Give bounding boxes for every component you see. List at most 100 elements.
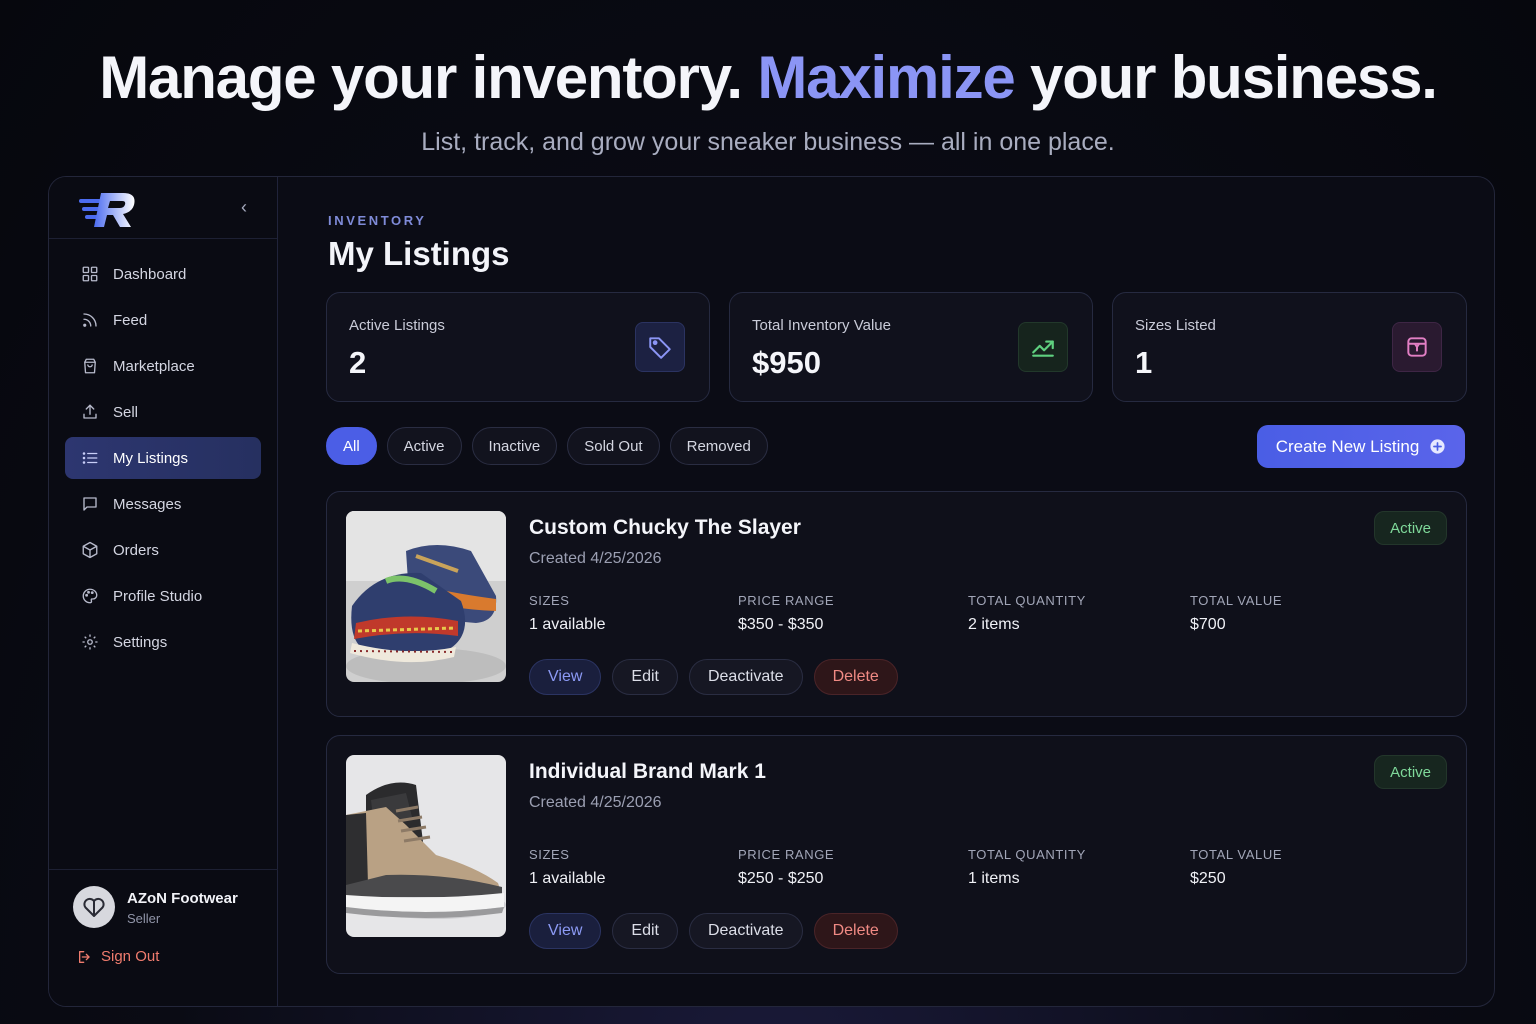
metric-total-value: TOTAL VALUE $250 xyxy=(1190,847,1282,888)
metric-label: TOTAL QUANTITY xyxy=(968,847,1086,862)
filter-all[interactable]: All xyxy=(326,427,377,465)
listing-image[interactable] xyxy=(346,755,506,937)
metric-value: $250 - $250 xyxy=(738,870,824,887)
delete-button[interactable]: Delete xyxy=(813,913,898,949)
listing-image[interactable] xyxy=(346,511,506,682)
view-button[interactable]: View xyxy=(529,913,602,949)
message-icon xyxy=(83,497,97,511)
metric-value: 2 items xyxy=(968,616,1020,633)
metric-value: $250 xyxy=(1190,870,1226,887)
sidebar-item-label: Orders xyxy=(113,541,159,559)
sign-out-label: Sign Out xyxy=(101,948,160,965)
stat-card-total-inventory-value: Total Inventory Value $950 xyxy=(729,292,1093,402)
metric-total-value: TOTAL VALUE $700 xyxy=(1190,593,1282,634)
stat-label: Total Inventory Value xyxy=(752,317,891,334)
user-role: Seller xyxy=(127,911,161,926)
brand-logo[interactable] xyxy=(79,189,139,229)
listing-created-date: Created 4/25/2026 xyxy=(529,794,662,811)
main-content: INVENTORY My Listings Active Listings 2 … xyxy=(278,177,1494,1006)
filter-removed[interactable]: Removed xyxy=(669,427,768,465)
metric-sizes: SIZES 1 available xyxy=(529,847,606,888)
create-new-listing-button[interactable]: Create New Listing xyxy=(1257,425,1465,468)
sidebar-item-label: Profile Studio xyxy=(113,587,203,605)
metric-label: PRICE RANGE xyxy=(738,593,835,608)
user-name: AZoN Footwear xyxy=(127,890,238,907)
trending-up-icon xyxy=(1032,340,1054,357)
sign-out-button[interactable]: Sign Out xyxy=(77,948,159,965)
sidebar: ‹ Dashboard Feed Marketplace Sell My Lis… xyxy=(49,177,278,1006)
sidebar-footer: AZoN Footwear Seller Sign Out xyxy=(49,869,278,1006)
bag-icon xyxy=(84,358,96,374)
listing-card: Custom Chucky The Slayer Created 4/25/20… xyxy=(326,491,1467,717)
deactivate-button[interactable]: Deactivate xyxy=(688,913,803,949)
sneaker-image xyxy=(346,511,506,682)
delete-button[interactable]: Delete xyxy=(813,659,898,695)
stat-card-active-listings: Active Listings 2 xyxy=(326,292,710,402)
list-icon xyxy=(82,452,98,464)
metric-label: TOTAL VALUE xyxy=(1190,847,1283,862)
listing-title[interactable]: Custom Chucky The Slayer xyxy=(529,516,801,540)
collapse-sidebar-icon[interactable]: ‹ xyxy=(235,197,253,217)
sidebar-item-my-listings[interactable]: My Listings xyxy=(65,437,261,479)
app-window: ‹ Dashboard Feed Marketplace Sell My Lis… xyxy=(48,176,1495,1007)
page-eyebrow: INVENTORY xyxy=(328,213,427,228)
sidebar-item-settings[interactable]: Settings xyxy=(65,621,261,663)
sidebar-nav: Dashboard Feed Marketplace Sell My Listi… xyxy=(65,253,261,667)
palette-icon xyxy=(82,588,98,604)
sidebar-item-profile-studio[interactable]: Profile Studio xyxy=(65,575,261,617)
listing-card: Individual Brand Mark 1 Created 4/25/202… xyxy=(326,735,1467,974)
edit-button[interactable]: Edit xyxy=(612,913,678,949)
stat-value: 1 xyxy=(1135,345,1153,380)
hero-title-part1: Manage your inventory. xyxy=(99,44,743,111)
grid-icon xyxy=(82,266,98,282)
box-icon xyxy=(82,541,98,559)
metric-price-range: PRICE RANGE $350 - $350 xyxy=(738,593,834,634)
logout-icon xyxy=(79,950,90,963)
page-title: My Listings xyxy=(328,235,510,272)
sidebar-item-sell[interactable]: Sell xyxy=(65,391,261,433)
listing-actions: View Edit Deactivate Delete xyxy=(529,913,909,949)
stat-icon-box xyxy=(1392,322,1442,372)
metric-value: 1 items xyxy=(968,870,1020,887)
filter-sold-out[interactable]: Sold Out xyxy=(567,427,660,465)
view-button[interactable]: View xyxy=(529,659,602,695)
sneaker-image xyxy=(346,755,506,937)
listing-actions: View Edit Deactivate Delete xyxy=(529,659,909,695)
listing-created-date: Created 4/25/2026 xyxy=(529,550,662,567)
metric-label: SIZES xyxy=(529,593,570,608)
heart-logo-icon xyxy=(83,897,105,917)
sidebar-item-label: Sell xyxy=(113,403,139,421)
metric-price-range: PRICE RANGE $250 - $250 xyxy=(738,847,834,888)
metric-label: TOTAL QUANTITY xyxy=(968,593,1086,608)
sidebar-item-orders[interactable]: Orders xyxy=(65,529,261,571)
sidebar-item-dashboard[interactable]: Dashboard xyxy=(65,253,261,295)
hero-title: Manage your inventory. Maximize your bus… xyxy=(0,40,1536,116)
package-icon xyxy=(1407,337,1427,357)
metric-total-quantity: TOTAL QUANTITY 2 items xyxy=(968,593,1086,634)
sidebar-item-marketplace[interactable]: Marketplace xyxy=(65,345,261,387)
metric-sizes: SIZES 1 available xyxy=(529,593,606,634)
filter-chips: All Active Inactive Sold Out Removed xyxy=(326,427,778,465)
deactivate-button[interactable]: Deactivate xyxy=(688,659,803,695)
sidebar-item-label: My Listings xyxy=(113,449,189,467)
metric-value: 1 available xyxy=(529,616,606,633)
metric-value: $700 xyxy=(1190,616,1226,633)
upload-icon xyxy=(83,404,97,419)
stat-label: Active Listings xyxy=(349,317,445,334)
edit-button[interactable]: Edit xyxy=(612,659,678,695)
filter-inactive[interactable]: Inactive xyxy=(471,427,558,465)
metric-label: PRICE RANGE xyxy=(738,847,835,862)
sidebar-item-messages[interactable]: Messages xyxy=(65,483,261,525)
sidebar-item-feed[interactable]: Feed xyxy=(65,299,261,341)
sidebar-item-label: Marketplace xyxy=(113,357,195,375)
listing-title[interactable]: Individual Brand Mark 1 xyxy=(529,760,766,784)
sidebar-item-label: Settings xyxy=(113,633,168,651)
avatar[interactable] xyxy=(73,886,115,928)
stat-icon-box xyxy=(1018,322,1068,372)
hero: Manage your inventory. Maximize your bus… xyxy=(0,40,1536,157)
metric-label: SIZES xyxy=(529,847,570,862)
create-listing-label: Create New Listing xyxy=(1275,436,1420,456)
filter-active[interactable]: Active xyxy=(386,427,462,465)
tag-icon xyxy=(649,337,671,359)
rss-icon xyxy=(83,313,97,327)
